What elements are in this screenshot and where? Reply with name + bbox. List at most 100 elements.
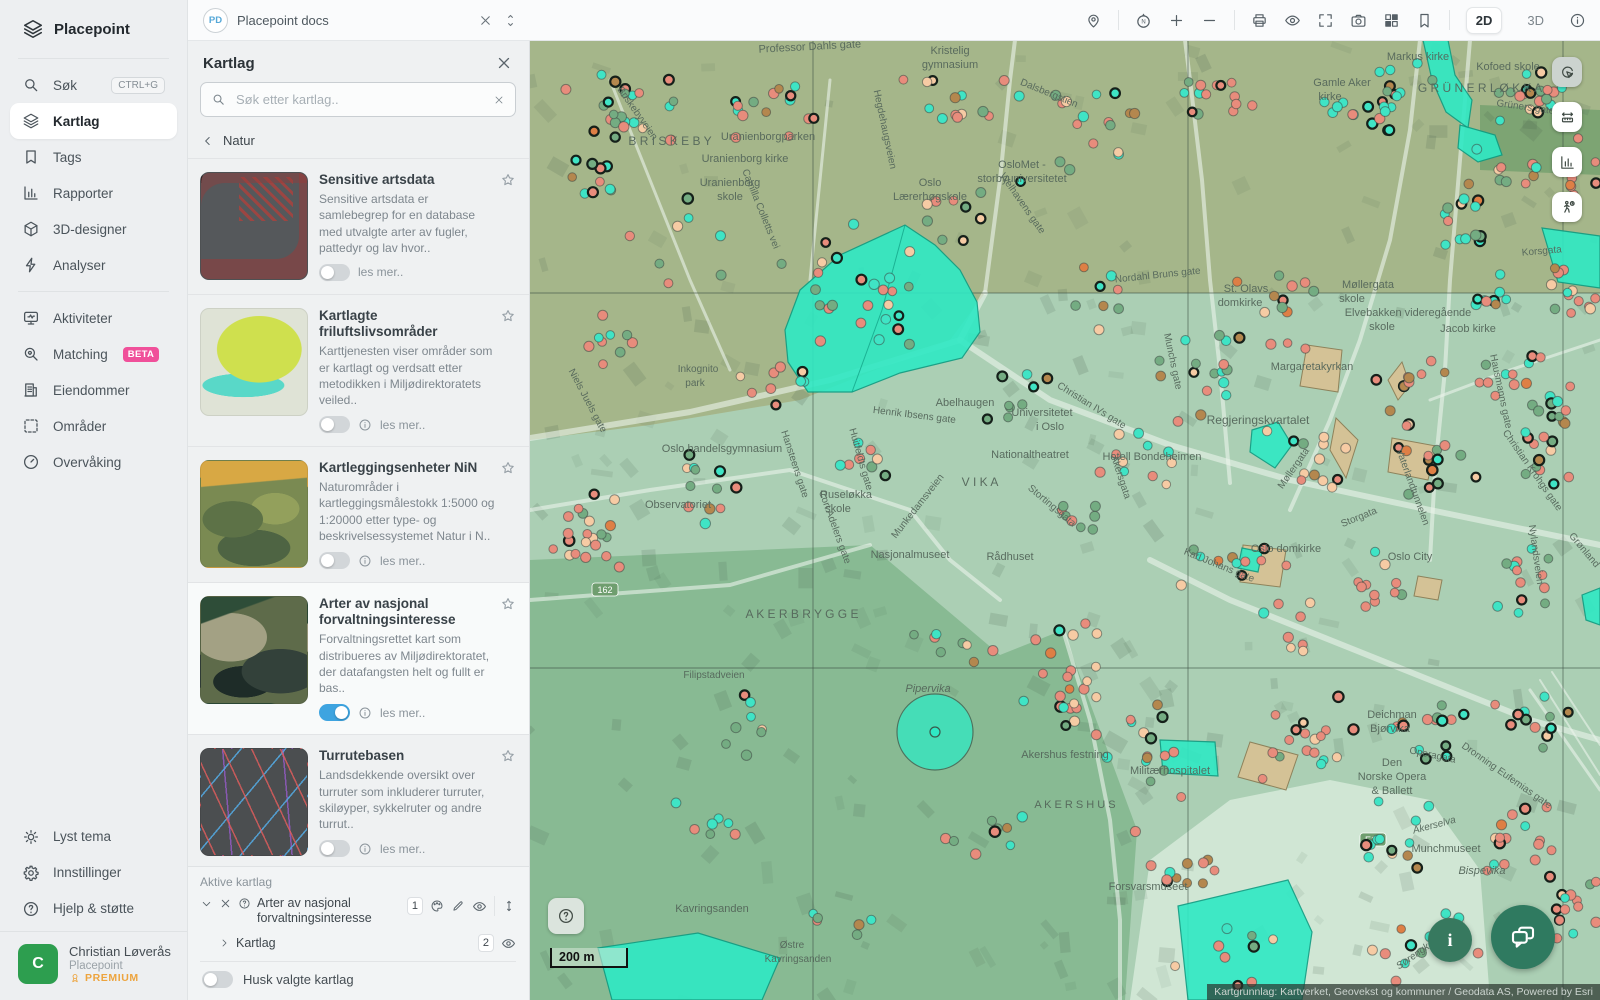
observation-dot[interactable] (854, 920, 864, 930)
layer-help-icon[interactable] (238, 897, 251, 910)
observation-dot[interactable] (983, 415, 992, 424)
observation-dot[interactable] (1106, 120, 1116, 130)
observation-dot[interactable] (574, 504, 583, 513)
observation-dot[interactable] (1390, 588, 1399, 597)
observation-dot[interactable] (747, 388, 756, 397)
sidebar-item-rapporter[interactable]: Rapporter (10, 175, 177, 211)
observation-dot[interactable] (1184, 78, 1193, 87)
observation-dot[interactable] (1300, 278, 1310, 288)
observation-dot[interactable] (1210, 866, 1219, 875)
favorite-star-icon[interactable] (500, 596, 516, 612)
observation-dot[interactable] (827, 300, 837, 310)
observation-dot[interactable] (1555, 916, 1564, 925)
observation-dot[interactable] (1501, 177, 1511, 187)
observation-dot[interactable] (1357, 582, 1367, 592)
observation-dot[interactable] (749, 97, 759, 107)
observation-dot[interactable] (1371, 547, 1380, 556)
observation-dot[interactable] (969, 657, 978, 666)
observation-dot[interactable] (881, 315, 891, 325)
observation-dot[interactable] (1090, 511, 1100, 521)
observation-dot[interactable] (716, 231, 726, 241)
observation-dot[interactable] (1509, 380, 1519, 390)
observation-dot[interactable] (1283, 632, 1293, 642)
favorite-star-icon[interactable] (500, 308, 516, 324)
observation-dot[interactable] (1506, 720, 1516, 730)
observation-dot[interactable] (849, 219, 859, 229)
observation-dot[interactable] (1496, 116, 1505, 125)
observation-dot[interactable] (1148, 471, 1157, 480)
observation-dot[interactable] (1375, 834, 1384, 843)
observation-dot[interactable] (932, 630, 941, 639)
observation-dot[interactable] (1437, 716, 1447, 726)
observation-dot[interactable] (1196, 80, 1206, 90)
observation-dot[interactable] (888, 287, 897, 296)
observation-dot[interactable] (594, 333, 603, 342)
observation-dot[interactable] (1029, 382, 1038, 391)
observation-dot[interactable] (730, 829, 740, 839)
map-canvas[interactable]: E18162Professor Dahls gateKristeliggymna… (530, 40, 1600, 1000)
observation-dot[interactable] (1248, 101, 1257, 110)
select-tool-button[interactable] (1552, 57, 1582, 87)
observation-dot[interactable] (1092, 629, 1102, 639)
observation-dot[interactable] (867, 915, 876, 924)
observation-dot[interactable] (775, 85, 784, 94)
observation-dot[interactable] (1130, 108, 1140, 118)
observation-dot[interactable] (1502, 295, 1511, 304)
observation-dot[interactable] (1059, 703, 1069, 713)
observation-dot[interactable] (1292, 725, 1301, 734)
observation-dot[interactable] (1495, 833, 1504, 842)
observation-dot[interactable] (590, 490, 599, 499)
observation-dot[interactable] (1441, 240, 1450, 249)
observation-dot[interactable] (1017, 812, 1027, 822)
observation-dot[interactable] (1219, 360, 1229, 370)
observation-dot[interactable] (1146, 861, 1156, 871)
observation-dot[interactable] (1110, 88, 1120, 98)
observation-dot[interactable] (1392, 92, 1401, 101)
map-area[interactable]: E18162Professor Dahls gateKristeliggymna… (530, 40, 1600, 1000)
info-icon[interactable] (1569, 12, 1586, 29)
observation-dot[interactable] (669, 97, 678, 106)
observation-dot[interactable] (610, 495, 620, 505)
observation-dot[interactable] (572, 156, 581, 165)
les-mer-link[interactable]: les mer.. (380, 842, 425, 856)
observation-dot[interactable] (990, 827, 1000, 837)
observation-dot[interactable] (874, 335, 884, 345)
observation-dot[interactable] (610, 77, 620, 87)
observation-dot[interactable] (1561, 406, 1570, 415)
observation-dot[interactable] (1370, 590, 1380, 600)
observation-dot[interactable] (1521, 822, 1530, 831)
observation-dot[interactable] (1198, 858, 1208, 868)
observation-dot[interactable] (1367, 945, 1377, 955)
observation-dot[interactable] (614, 562, 624, 572)
observation-dot[interactable] (746, 697, 756, 707)
observation-dot[interactable] (1249, 941, 1259, 951)
observation-dot[interactable] (922, 77, 931, 86)
observation-dot[interactable] (1113, 285, 1122, 294)
observation-dot[interactable] (1456, 450, 1466, 460)
observation-dot[interactable] (1317, 759, 1326, 768)
observation-dot[interactable] (1182, 859, 1192, 869)
observation-dot[interactable] (881, 471, 890, 480)
observation-dot[interactable] (1198, 879, 1207, 888)
observation-dot[interactable] (1298, 646, 1307, 655)
reorder-icon[interactable] (502, 899, 516, 913)
observation-dot[interactable] (1348, 110, 1358, 120)
observation-dot[interactable] (1092, 693, 1101, 702)
observation-dot[interactable] (857, 275, 867, 285)
sidebar-item-matching[interactable]: MatchingBETA (10, 336, 177, 372)
observation-dot[interactable] (1481, 296, 1491, 306)
observation-dot[interactable] (671, 798, 681, 808)
observation-dot[interactable] (1022, 370, 1032, 380)
observation-dot[interactable] (878, 285, 888, 295)
observation-dot[interactable] (976, 188, 986, 198)
observation-dot[interactable] (1299, 718, 1308, 727)
observation-dot[interactable] (747, 712, 756, 721)
favorite-star-icon[interactable] (500, 460, 516, 476)
observation-dot[interactable] (1231, 99, 1241, 109)
observation-dot[interactable] (1177, 793, 1186, 802)
observation-dot[interactable] (1063, 672, 1072, 681)
les-mer-link[interactable]: les mer.. (380, 554, 425, 568)
visibility-icon[interactable] (472, 899, 487, 914)
observation-dot[interactable] (1162, 480, 1171, 489)
observation-dot[interactable] (1076, 523, 1085, 532)
